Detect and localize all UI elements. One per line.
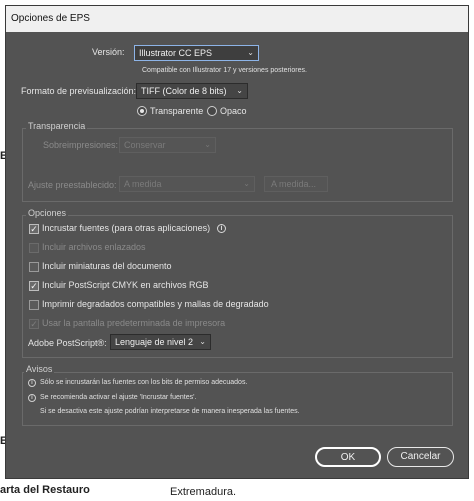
background-text: Extremadura. — [170, 486, 237, 498]
background-text: arta del Restauro — [0, 484, 90, 496]
eps-options-dialog: Opciones de EPS Versión: Illustrator CC … — [5, 5, 469, 479]
compatible-gradients-checkbox[interactable] — [29, 300, 39, 310]
embed-fonts-label: Incrustar fuentes (para otras aplicacion… — [42, 223, 211, 233]
custom-preset-button[interactable]: A medida... — [264, 176, 328, 192]
chevron-down-icon: ⌄ — [236, 86, 243, 95]
warning-info-icon: i — [28, 379, 36, 387]
compatible-gradients-label: Imprimir degradados compatibles y mallas… — [42, 299, 269, 309]
transparency-title: Transparencia — [26, 121, 88, 131]
warning-info-icon: i — [28, 394, 36, 402]
include-thumbnails-checkbox[interactable] — [29, 262, 39, 272]
warning-line: Sólo se incrustarán las fuentes con los … — [40, 379, 248, 386]
dialog-title: Opciones de EPS — [6, 6, 468, 32]
overprints-label: Sobreimpresiones: — [43, 140, 119, 150]
warning-line: Se recomienda activar el ajuste 'Incrust… — [40, 394, 197, 401]
postscript-level-value: Lenguaje de nivel 2 — [115, 337, 194, 347]
radio-opaque-label: Opaco — [220, 106, 247, 116]
embed-fonts-checkbox[interactable]: ✓ — [29, 224, 39, 234]
overprints-select[interactable]: Conservar ⌄ — [119, 137, 216, 153]
postscript-label: Adobe PostScript®: — [28, 338, 107, 348]
version-note: Compatible con Illustrator 17 y versione… — [142, 67, 307, 74]
chevron-down-icon: ⌄ — [199, 337, 206, 346]
preset-select[interactable]: A medida ⌄ — [119, 176, 255, 192]
version-label: Versión: — [92, 47, 125, 57]
printer-default-screen-label: Usar la pantalla predeterminada de impre… — [42, 318, 226, 328]
include-linked-files-checkbox[interactable] — [29, 243, 39, 253]
radio-transparent-label: Transparente — [150, 106, 204, 116]
info-icon[interactable]: i — [217, 224, 226, 233]
preview-format-label: Formato de previsualización: — [21, 86, 137, 96]
options-title: Opciones — [26, 208, 69, 218]
include-linked-files-label: Incluir archivos enlazados — [42, 242, 146, 252]
version-select-value: Illustrator CC EPS — [139, 48, 213, 58]
chevron-down-icon: ⌄ — [204, 140, 211, 149]
radio-transparent[interactable] — [137, 106, 147, 116]
postscript-level-select[interactable]: Lenguaje de nivel 2 ⌄ — [110, 334, 211, 350]
overprints-value: Conservar — [124, 140, 166, 150]
printer-default-screen-checkbox[interactable]: ✓ — [29, 319, 39, 329]
chevron-down-icon: ⌄ — [243, 179, 250, 188]
warnings-title: Avisos — [24, 364, 55, 374]
preset-label: Ajuste preestablecido: — [28, 180, 117, 190]
chevron-down-icon: ⌄ — [247, 48, 254, 57]
preview-format-value: TIFF (Color de 8 bits) — [141, 86, 227, 96]
radio-opaque[interactable] — [207, 106, 217, 116]
preset-value: A medida — [124, 179, 162, 189]
ok-button[interactable]: OK — [315, 447, 381, 467]
version-select[interactable]: Illustrator CC EPS ⌄ — [134, 45, 259, 61]
cancel-button[interactable]: Cancelar — [387, 447, 454, 467]
warning-line: Si se desactiva este ajuste podrían inte… — [40, 408, 300, 415]
preview-format-select[interactable]: TIFF (Color de 8 bits) ⌄ — [136, 83, 248, 99]
include-cmyk-postscript-checkbox[interactable]: ✓ — [29, 281, 39, 291]
include-cmyk-postscript-label: Incluir PostScript CMYK en archivos RGB — [42, 280, 209, 290]
include-thumbnails-label: Incluir miniaturas del documento — [42, 261, 172, 271]
